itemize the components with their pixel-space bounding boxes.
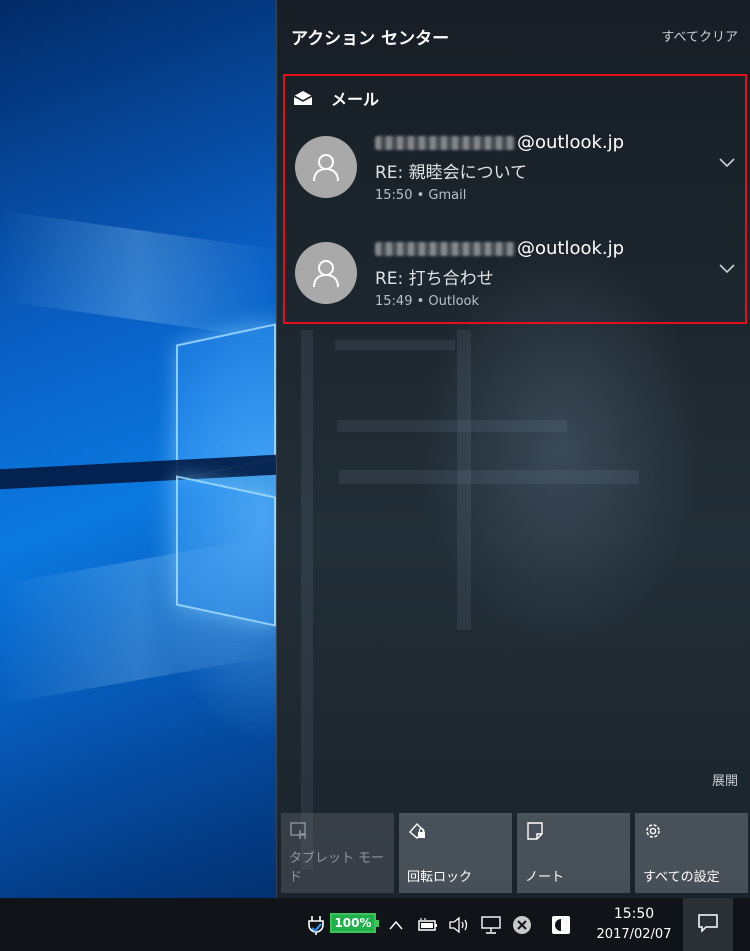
person-icon <box>313 154 339 182</box>
notification-sender: @outlook.jp <box>375 238 624 259</box>
mail-group-name: メール <box>331 90 380 109</box>
avatar <box>295 242 357 304</box>
window-logo-pane-bottom <box>176 475 276 627</box>
rotation-lock-label: 回転ロック <box>407 870 473 885</box>
expand-button[interactable]: 展開 <box>712 770 738 789</box>
mail-icon <box>293 90 313 106</box>
rotation-lock-tile[interactable]: 回転ロック <box>399 813 512 893</box>
tablet-mode-tile[interactable]: タブレット モード <box>281 813 394 893</box>
chevron-down-icon[interactable] <box>717 260 737 274</box>
avatar <box>295 136 357 198</box>
battery-indicator[interactable]: 100% <box>330 913 379 933</box>
mail-notification-group: メール @outlook.jp RE: 親睦会について 15:50 • Gmai… <box>283 74 747 324</box>
window-logo-gap <box>0 454 276 490</box>
all-settings-tile[interactable]: すべての設定 <box>635 813 748 893</box>
notification-meta: 15:49 • Outlook <box>375 294 480 309</box>
app-tray-icon[interactable] <box>548 898 574 951</box>
tablet-mode-label: タブレット モード <box>289 851 385 885</box>
volume-icon[interactable] <box>446 898 472 951</box>
tablet-mode-icon <box>289 821 309 841</box>
clock-date: 2017/02/07 <box>596 927 672 942</box>
notification-sender: @outlook.jp <box>375 132 624 153</box>
taskbar: 100% 15:50 2017/02/07 <box>0 898 750 951</box>
notification-meta: 15:50 • Gmail <box>375 188 467 203</box>
power-plug-icon[interactable] <box>304 898 328 951</box>
note-icon <box>525 821 545 841</box>
all-settings-label: すべての設定 <box>643 870 720 885</box>
clear-all-button[interactable]: すべてクリア <box>661 26 738 45</box>
note-label: ノート <box>525 870 565 885</box>
close-circle-icon[interactable] <box>510 898 534 951</box>
mail-group-header[interactable]: メール <box>293 88 380 109</box>
redacted-username <box>375 135 515 150</box>
action-center-title: アクション センター <box>291 29 450 49</box>
person-icon <box>313 260 339 288</box>
redacted-username <box>375 241 515 256</box>
notification-icon <box>697 913 719 937</box>
desktop-wallpaper <box>0 0 276 898</box>
chevron-up-icon[interactable] <box>386 898 406 951</box>
chevron-down-icon[interactable] <box>717 154 737 168</box>
network-icon[interactable] <box>478 898 504 951</box>
gear-icon <box>643 821 663 841</box>
notification-subject: RE: 打ち合わせ <box>375 269 494 289</box>
quick-actions: タブレット モード 回転ロック ノート すべての設定 <box>281 813 749 893</box>
taskbar-clock[interactable]: 15:50 2017/02/07 <box>586 905 682 945</box>
notification-subject: RE: 親睦会について <box>375 163 528 183</box>
battery-status-icon[interactable] <box>416 898 440 951</box>
action-center-button[interactable] <box>683 898 733 951</box>
mail-notification[interactable]: @outlook.jp RE: 親睦会について 15:50 • Gmail <box>287 126 743 220</box>
clock-time: 15:50 <box>613 906 655 922</box>
note-tile[interactable]: ノート <box>517 813 630 893</box>
mail-notification[interactable]: @outlook.jp RE: 打ち合わせ 15:49 • Outlook <box>287 232 743 326</box>
rotation-lock-icon <box>407 821 427 841</box>
action-center-panel: アクション センター すべてクリア メール @outlook.jp RE: 親睦… <box>276 0 750 898</box>
